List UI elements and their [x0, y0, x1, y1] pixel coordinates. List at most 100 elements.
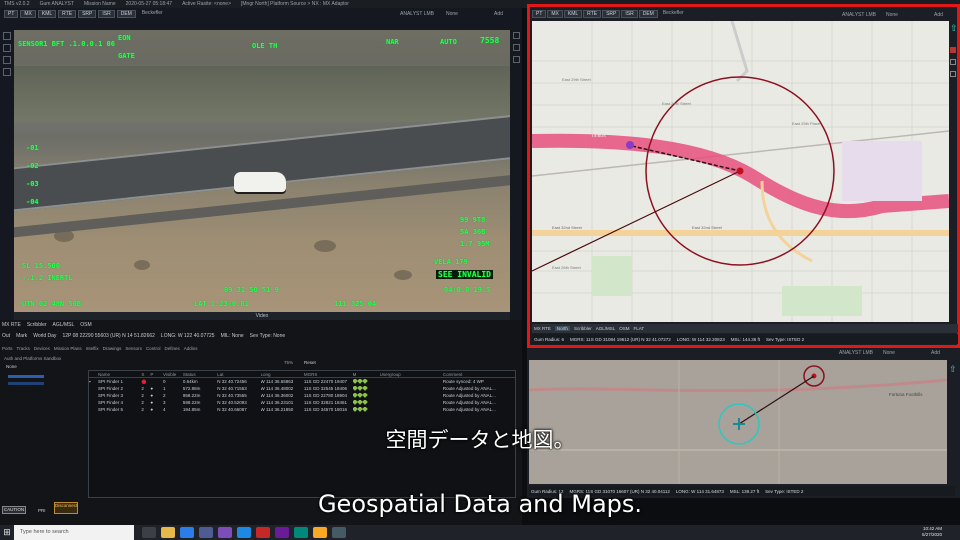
cursor-icon[interactable]	[3, 32, 11, 40]
toggle-world-day[interactable]: World Day	[33, 333, 56, 339]
toolbar-button-pt[interactable]: PT	[4, 10, 19, 18]
toolbar-button-rte[interactable]: RTE	[58, 10, 77, 18]
north-arrow-icon[interactable]: ⇧	[950, 23, 958, 33]
tab-agl-msl[interactable]: AGL/MSL	[596, 326, 616, 331]
tab-mx-rte[interactable]: MX RTE	[534, 326, 551, 331]
edge-icon[interactable]	[180, 527, 194, 538]
task-view-icon[interactable]	[142, 527, 156, 538]
tab-osm[interactable]: OSM	[80, 322, 91, 328]
tab-mission-plans[interactable]: Mission Plans	[54, 346, 82, 351]
layers-icon[interactable]	[513, 56, 520, 63]
tab-addins[interactable]: Addins	[184, 346, 198, 351]
tab-drawings[interactable]: Drawings	[103, 346, 122, 351]
toolbar-button-dem[interactable]: DEM	[638, 10, 658, 18]
tab-sensors[interactable]: Sensors	[125, 346, 142, 351]
toggle-mark[interactable]: Mark	[16, 333, 27, 339]
tab-scribbler[interactable]: Scribbler	[574, 326, 592, 331]
table-row[interactable]: ▪ SPI Finder 1 ⬤ 0 0.64km N 32 40.72456 …	[89, 378, 515, 385]
tab-osm[interactable]: OSM	[619, 326, 629, 331]
info-icon[interactable]	[950, 71, 956, 77]
move-icon[interactable]	[3, 44, 11, 52]
tab-devices[interactable]: Devices	[34, 346, 50, 351]
toolbar-button-kml[interactable]: KML	[563, 10, 583, 18]
toolbar-button-isr[interactable]: ISR	[621, 10, 638, 18]
tab-flat[interactable]: FLAT	[633, 326, 644, 331]
platform-marker[interactable]	[626, 141, 634, 149]
col-header[interactable]: Lat	[217, 372, 260, 377]
taskbar-search-input[interactable]: Type here to search	[14, 525, 134, 540]
col-header[interactable]: P	[150, 372, 163, 377]
file-explorer-icon[interactable]	[161, 527, 175, 538]
col-header[interactable]: Visible	[163, 372, 183, 377]
app-icon[interactable]	[237, 527, 251, 538]
close-icon[interactable]	[513, 32, 520, 39]
table-row[interactable]: SPI Finder 2 2 ● 1 572.88m N 32 40.71553…	[89, 385, 515, 392]
toolbar-button-pt[interactable]: PT	[532, 10, 547, 18]
reset-button[interactable]: Reset	[304, 360, 316, 365]
add-button[interactable]: Add	[934, 12, 943, 18]
col-header[interactable]: MGRS	[304, 372, 353, 377]
add-button[interactable]: Add	[931, 350, 940, 356]
zoom-value[interactable]: 75%	[284, 360, 293, 365]
tab-ports[interactable]: Ports	[2, 346, 13, 351]
target-marker[interactable]	[736, 167, 744, 175]
tab-mx-rte[interactable]: MX RTE	[2, 322, 21, 328]
overview-map[interactable]: Fortuna Foothills	[529, 360, 947, 484]
app-icon[interactable]	[294, 527, 308, 538]
tab-intelfix[interactable]: Intelfix	[86, 346, 99, 351]
measure-icon[interactable]	[3, 68, 11, 76]
layers-icon[interactable]	[950, 59, 956, 65]
add-button[interactable]: Add	[494, 11, 503, 17]
table-row[interactable]: SPI Finder 4 2 ● 3 598.22m N 32 40.52093…	[89, 399, 515, 406]
app-icon[interactable]	[218, 527, 232, 538]
mode-select[interactable]: None	[886, 12, 898, 18]
windows-taskbar: ⊞ Type here to search 10:42 AM 5/27/2020	[0, 525, 960, 540]
tab-defines[interactable]: Defines	[164, 346, 179, 351]
video-feed[interactable]: SENSOR1 BFT .1.0.0.1 06 EON GATE OLE TH …	[14, 30, 510, 312]
col-header[interactable]: M	[353, 372, 380, 377]
tree-selection[interactable]	[8, 375, 44, 378]
tree-selection[interactable]	[8, 382, 44, 385]
col-header[interactable]: Long	[261, 372, 304, 377]
tree-item[interactable]: None	[6, 364, 17, 369]
table-row[interactable]: SPI Finder 5 2 ● 4 194.85m N 32 40.66087…	[89, 406, 515, 413]
toolbar-button-mx[interactable]: MX	[20, 10, 36, 18]
toolbar-button-mx[interactable]: MX	[547, 10, 563, 18]
cell-visible: 2	[163, 393, 166, 398]
col-header[interactable]: Usergroup	[380, 372, 443, 377]
toolbar-button-isr[interactable]: ISR	[98, 10, 115, 18]
toolbar-button-kml[interactable]: KML	[37, 10, 57, 18]
toolbar-button-rte[interactable]: RTE	[583, 10, 602, 18]
info-icon[interactable]	[513, 44, 520, 51]
street-map[interactable]: East 32nd Street East 32nd Street East 2…	[532, 21, 949, 322]
zoom-icon[interactable]	[3, 56, 11, 64]
tab-control[interactable]: Control	[146, 346, 161, 351]
table-row[interactable]: SPI Finder 3 2 ● 2 958.22m N 32 40.73555…	[89, 392, 515, 399]
tab-agl-msl[interactable]: AGL/MSL	[53, 322, 75, 328]
close-icon[interactable]	[950, 47, 956, 53]
toolbar-button-srp[interactable]: SRP	[78, 10, 97, 18]
col-header[interactable]: Name	[98, 372, 141, 377]
app-icon[interactable]	[332, 527, 346, 538]
taskbar-clock[interactable]: 10:42 AM 5/27/2020	[922, 526, 942, 538]
hud-bottom-row-1: UTN 02 48N 50B	[22, 300, 82, 308]
app-icon[interactable]	[199, 527, 213, 538]
mode-select[interactable]: None	[446, 11, 458, 17]
app-icon[interactable]	[256, 527, 270, 538]
tracked-vehicle[interactable]	[234, 172, 286, 192]
mode-select[interactable]: None	[883, 350, 895, 356]
app-icon[interactable]	[275, 527, 289, 538]
toggle-out[interactable]: Out	[2, 333, 10, 339]
toolbar-button-srp[interactable]: SRP	[602, 10, 621, 18]
tab-tracks[interactable]: Tracks	[17, 346, 30, 351]
north-arrow-icon[interactable]: ⇧	[949, 364, 957, 375]
windows-start-icon[interactable]: ⊞	[0, 525, 14, 540]
cell-m	[352, 400, 380, 405]
app-icon[interactable]	[313, 527, 327, 538]
toolbar-button-dem[interactable]: DEM	[116, 10, 136, 18]
col-header[interactable]: Comment	[443, 372, 515, 377]
col-header[interactable]: Status	[183, 372, 217, 377]
col-header[interactable]: S	[141, 372, 150, 377]
tab-north[interactable]: North	[554, 326, 570, 331]
tab-scribbler[interactable]: Scribbler	[27, 322, 47, 328]
